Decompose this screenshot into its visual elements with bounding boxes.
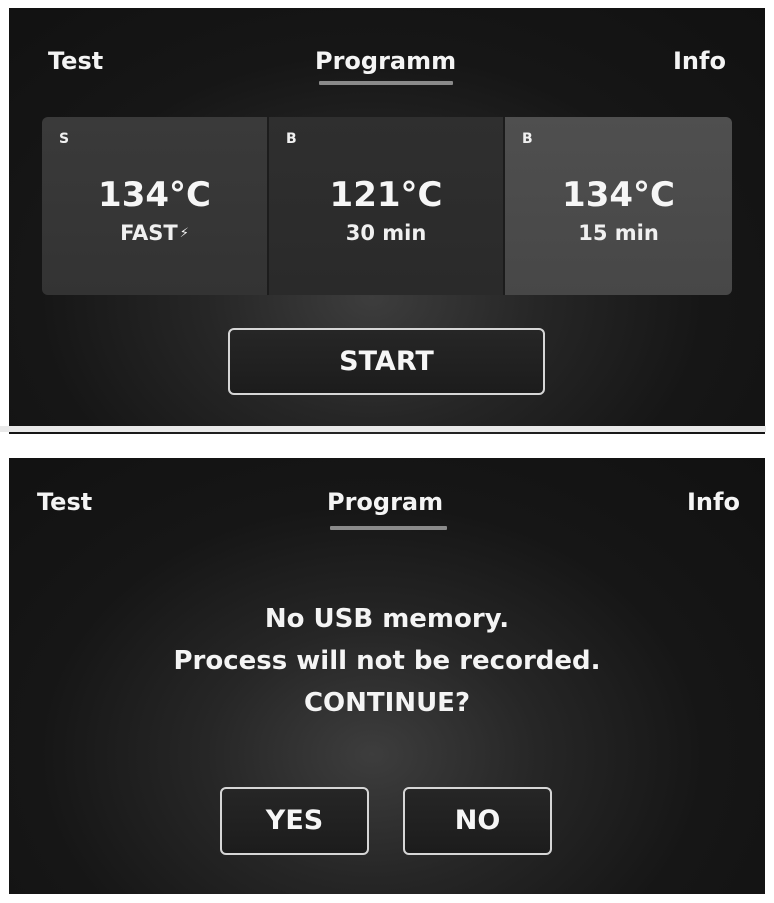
program-detail: 30 min (345, 221, 427, 245)
program-card-b-121-30min[interactable]: B 121°C 30 min (269, 117, 505, 295)
message-line: CONTINUE? (303, 688, 471, 718)
program-selection-screen: Test Programm Info S 134°C FAST ⚡ B 121°C… (9, 8, 765, 434)
start-button[interactable]: START (228, 328, 545, 395)
program-temperature: 134°C (562, 175, 675, 215)
no-usb-confirm-screen: Test Program Info No USB memory. Process… (9, 458, 765, 894)
active-tab-underline (330, 526, 447, 530)
tab-info[interactable]: Info (673, 47, 726, 75)
program-temperature: 134°C (98, 175, 211, 215)
warning-message: No USB memory. Process will not be recor… (9, 598, 765, 724)
message-line: No USB memory. (264, 604, 510, 634)
program-temperature: 121°C (329, 175, 443, 215)
active-tab-underline (319, 81, 453, 85)
divider (0, 426, 766, 432)
program-detail: FAST ⚡ (42, 220, 267, 247)
tab-program[interactable]: Programm (315, 47, 456, 75)
tab-test[interactable]: Test (48, 47, 103, 75)
program-type-label: B (522, 131, 533, 147)
program-type-label: B (286, 131, 297, 147)
program-card-b-134-15min[interactable]: B 134°C 15 min (505, 117, 732, 295)
program-detail-text: FAST (120, 221, 178, 245)
lightning-bolt-icon: ⚡ (179, 226, 189, 241)
no-button[interactable]: NO (403, 787, 552, 855)
message-line: Process will not be recorded. (173, 646, 601, 676)
tab-info[interactable]: Info (687, 488, 740, 516)
tab-program[interactable]: Program (327, 488, 443, 516)
program-detail: 15 min (578, 221, 659, 245)
program-type-label: S (59, 131, 70, 147)
program-cards: S 134°C FAST ⚡ B 121°C 30 min B 134°C 15 … (42, 117, 732, 295)
yes-button[interactable]: YES (220, 787, 369, 855)
tab-test[interactable]: Test (37, 488, 92, 516)
program-card-s-134-fast[interactable]: S 134°C FAST ⚡ (42, 117, 269, 295)
